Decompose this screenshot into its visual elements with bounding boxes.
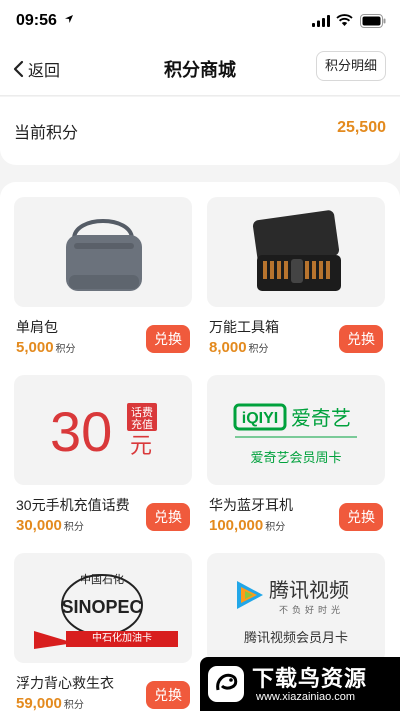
nav-bar: 返回 积分商城 积分明细 bbox=[0, 44, 400, 96]
points-detail-button[interactable]: 积分明细 bbox=[315, 51, 386, 81]
product-price: 59,000 积分 bbox=[16, 695, 84, 711]
redeem-button[interactable]: 兑换 bbox=[146, 503, 190, 531]
watermark: 下载鸟资源 www.xiazainiao.com bbox=[200, 657, 400, 711]
product-name: 30元手机充值话费 bbox=[16, 497, 130, 513]
price-unit: 积分 bbox=[248, 344, 269, 355]
chevron-left-icon bbox=[13, 60, 24, 78]
price-value: 59,000 bbox=[16, 695, 62, 711]
back-label: 返回 bbox=[28, 63, 61, 80]
watermark-url: www.xiazainiao.com bbox=[256, 691, 356, 703]
product-image: iQIYI 爱奇艺 爱奇艺会员周卡 bbox=[207, 375, 385, 485]
redeem-button[interactable]: 兑换 bbox=[146, 681, 190, 709]
svg-text:iQIYI: iQIYI bbox=[242, 410, 278, 427]
product-name: 浮力背心救生衣 bbox=[16, 675, 114, 691]
price-value: 100,000 bbox=[209, 517, 264, 534]
tencent-slogan: 不负好时光 bbox=[279, 604, 344, 616]
product-card[interactable]: 30 话费 充值 元 30元手机充值话费 30,000 积分 兑换 bbox=[14, 375, 192, 534]
redeem-button[interactable]: 兑换 bbox=[146, 325, 190, 353]
product-price: 30,000 积分 bbox=[16, 517, 84, 535]
shoulder-bag-image bbox=[66, 219, 142, 291]
svg-text:SINOPEC: SINOPEC bbox=[61, 597, 142, 617]
product-card[interactable]: 单肩包 5,000 积分 兑换 bbox=[14, 197, 192, 356]
points-value: 25,500 bbox=[337, 119, 386, 136]
points-label: 当前积分 bbox=[14, 125, 79, 142]
credit-amount: 30 bbox=[50, 400, 112, 463]
price-unit: 积分 bbox=[63, 700, 84, 711]
product-card[interactable]: 万能工具箱 8,000 积分 兑换 bbox=[207, 197, 385, 356]
back-button[interactable]: 返回 bbox=[12, 56, 60, 82]
product-image: 30 话费 充值 元 bbox=[14, 375, 192, 485]
status-bar: 09:56 bbox=[0, 0, 400, 44]
toolbox-image bbox=[252, 210, 341, 291]
tencent-brand: 腾讯视频 bbox=[269, 578, 349, 602]
battery-icon bbox=[360, 14, 386, 28]
redeem-button[interactable]: 兑换 bbox=[339, 325, 383, 353]
credit-tag-line2: 充值 bbox=[131, 417, 153, 431]
iqiyi-card-title: 爱奇艺会员周卡 bbox=[250, 450, 342, 465]
price-unit: 积分 bbox=[265, 522, 286, 533]
product-name: 单肩包 bbox=[16, 319, 58, 335]
price-unit: 积分 bbox=[63, 522, 84, 533]
product-price: 8,000 积分 bbox=[209, 339, 269, 357]
product-image: 腾讯视频 不负好时光 腾讯视频会员月卡 bbox=[207, 553, 385, 663]
product-card[interactable]: 中国石化 SINOPEC 中石化加油卡 浮力背心救生衣 59,000 积分 兑换 bbox=[14, 553, 192, 711]
wifi-icon bbox=[336, 14, 353, 26]
iqiyi-brand: 爱奇艺 bbox=[291, 406, 351, 430]
phone-credit-image: 30 话费 充值 元 bbox=[50, 400, 157, 463]
product-image bbox=[207, 197, 385, 307]
product-price: 100,000 积分 bbox=[209, 517, 285, 535]
bird-logo-icon bbox=[208, 666, 244, 702]
location-arrow-icon bbox=[65, 15, 73, 23]
product-image bbox=[14, 197, 192, 307]
signal-icon bbox=[312, 15, 330, 27]
credit-currency: 元 bbox=[130, 434, 152, 459]
status-time: 09:56 bbox=[16, 12, 57, 29]
product-card[interactable]: 腾讯视频 不负好时光 腾讯视频会员月卡 bbox=[207, 553, 385, 663]
price-unit: 积分 bbox=[55, 344, 76, 355]
product-price: 5,000 积分 bbox=[16, 339, 76, 357]
sinopec-card-label: 中石化加油卡 bbox=[66, 631, 178, 647]
points-card: 当前积分 25,500 bbox=[0, 97, 400, 165]
price-value: 30,000 bbox=[16, 517, 62, 534]
price-value: 5,000 bbox=[16, 339, 54, 356]
price-value: 8,000 bbox=[209, 339, 247, 356]
product-card[interactable]: iQIYI 爱奇艺 爱奇艺会员周卡 华为蓝牙耳机 100,000 积分 兑换 bbox=[207, 375, 385, 534]
product-image: 中国石化 SINOPEC 中石化加油卡 bbox=[14, 553, 192, 663]
watermark-title: 下载鸟资源 bbox=[252, 666, 368, 691]
redeem-button[interactable]: 兑换 bbox=[339, 503, 383, 531]
product-name: 万能工具箱 bbox=[209, 319, 279, 335]
product-name: 华为蓝牙耳机 bbox=[209, 497, 293, 513]
tencent-video-logo: 腾讯视频 不负好时光 bbox=[237, 578, 349, 616]
iqiyi-logo: iQIYI 爱奇艺 bbox=[233, 403, 357, 438]
sinopec-brand: 中国石化 bbox=[80, 572, 124, 586]
tencent-card-title: 腾讯视频会员月卡 bbox=[243, 630, 348, 645]
